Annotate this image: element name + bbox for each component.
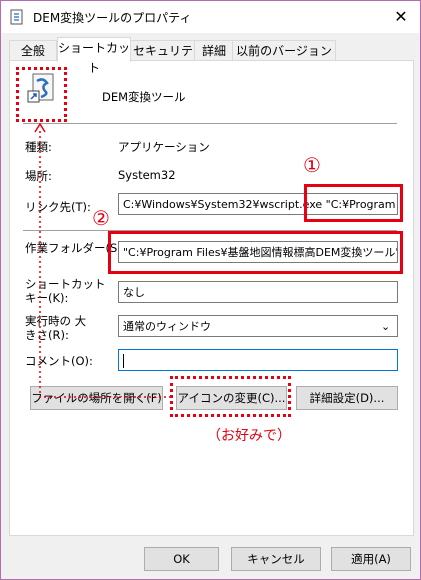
optional-note: （お好みで） (207, 428, 291, 444)
comment-label: コメント(O): (25, 354, 93, 368)
type-label: 種類: (25, 140, 52, 154)
tab-details[interactable]: 詳細 (194, 40, 234, 61)
run-size-label: 実行時の 大きさ(R): (25, 314, 87, 342)
target-label: リンク先(T): (25, 200, 91, 214)
tab-previous-versions[interactable]: 以前のバージョン (232, 40, 336, 61)
close-icon[interactable]: ✕ (389, 5, 413, 29)
icon-highlight-box (16, 67, 67, 122)
open-file-location-button[interactable]: ファイルの場所を開く(F) (30, 386, 163, 410)
annotation-number-2: ② (92, 206, 110, 230)
text-cursor (123, 354, 124, 368)
app-icon (10, 9, 23, 25)
location-value: System32 (118, 168, 176, 182)
run-size-select[interactable]: 通常のウィンドウ ⌄ (118, 315, 398, 337)
divider (23, 123, 397, 124)
chevron-down-icon: ⌄ (381, 320, 391, 333)
comment-field[interactable] (118, 349, 398, 371)
apply-button[interactable]: 適用(A) (331, 547, 411, 571)
tab-shortcut[interactable]: ショートカット (57, 37, 131, 75)
workdir-highlight-box (108, 231, 403, 274)
type-value: アプリケーション (118, 140, 210, 154)
change-icon-highlight-box (170, 376, 291, 417)
cancel-button[interactable]: キャンセル (231, 547, 321, 571)
shortcut-key-field[interactable]: なし (118, 281, 398, 303)
properties-window: DEM変換ツールのプロパティ ✕ 全般 ショートカット セキュリティ 詳細 以前… (0, 0, 421, 580)
tab-security[interactable]: セキュリティ (130, 40, 196, 78)
window-title: DEM変換ツールのプロパティ (33, 11, 192, 25)
advanced-button[interactable]: 詳細設定(D)... (296, 386, 398, 410)
shortcut-key-label: ショートカット キー(K): (25, 277, 106, 305)
shortcut-name: DEM変換ツール (102, 90, 186, 104)
tab-general[interactable]: 全般 (9, 40, 57, 61)
ok-button[interactable]: OK (144, 547, 219, 571)
title-bar: DEM変換ツールのプロパティ ✕ (1, 1, 420, 33)
location-label: 場所: (25, 169, 52, 183)
target-highlight-box (304, 184, 403, 222)
annotation-arrow (34, 122, 171, 398)
run-size-value: 通常のウィンドウ (123, 320, 211, 333)
annotation-number-1: ① (303, 153, 321, 177)
